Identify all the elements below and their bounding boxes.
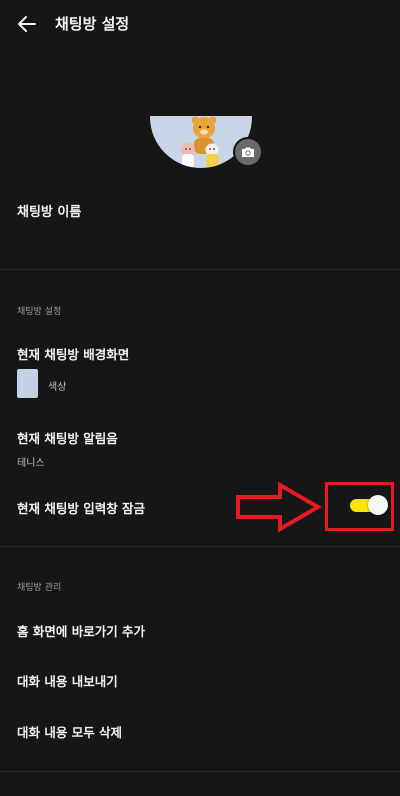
arrow-left-icon [18,16,36,32]
background-setting-label[interactable]: 현재 채팅방 배경화면 [17,344,129,363]
add-shortcut-item[interactable]: 홈 화면에 바로가기 추가 [17,621,145,640]
delete-all-chat-item[interactable]: 대화 내용 모두 삭제 [17,722,122,741]
camera-icon [242,147,254,157]
camera-button[interactable] [233,137,263,167]
back-button[interactable] [14,11,40,37]
header: 채팅방 설정 [0,0,400,48]
annotation-highlight-box [325,482,394,531]
annotation-arrow-icon [236,482,322,532]
background-setting-value: 색상 [48,382,67,393]
section-title-management: 채팅방 관리 [17,583,62,593]
section-title-settings: 채팅방 설정 [17,307,62,317]
divider [0,546,400,547]
chatroom-settings-screen: 채팅방 설정 채팅방 이름 채팅방 설정 현재 채팅방 배경화면 색상 현재 채… [0,0,400,796]
input-lock-label: 현재 채팅방 입력창 잠금 [17,501,146,516]
notification-sound-value: 테니스 [17,458,45,469]
export-chat-item[interactable]: 대화 내용 내보내기 [17,671,118,690]
divider [0,269,400,270]
background-color-swatch [17,369,38,398]
notification-sound-label[interactable]: 현재 채팅방 알림음 [17,428,118,447]
page-title: 채팅방 설정 [55,15,130,33]
divider [0,771,400,772]
chatroom-name-row[interactable]: 채팅방 이름 [17,201,81,220]
